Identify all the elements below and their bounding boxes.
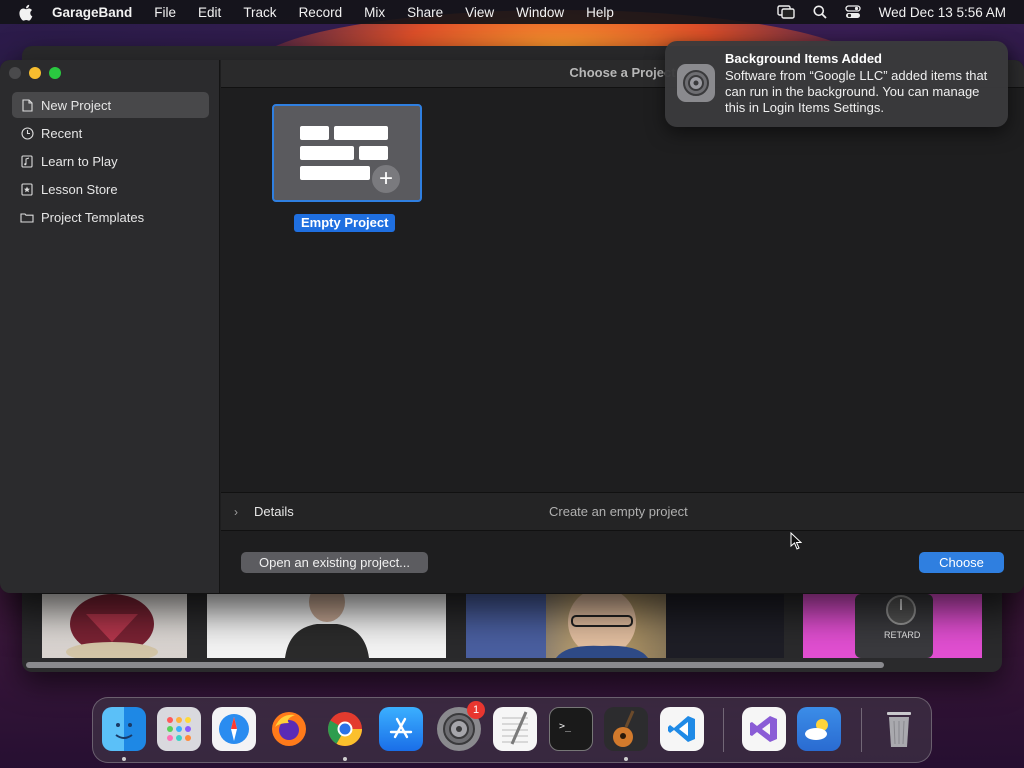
notification-title: Background Items Added [725,51,882,66]
chrome-icon[interactable] [323,707,367,751]
folder-icon [20,210,34,224]
garageband-icon[interactable] [604,707,648,751]
tile-graphic [359,146,388,160]
notification-badge: 1 [467,701,485,719]
notification-body: Software from “Google LLC” added items t… [725,68,988,115]
star-icon [20,182,34,196]
safari-icon[interactable] [212,707,256,751]
spotlight-search-icon[interactable] [813,5,827,19]
dock-separator [723,708,724,752]
chevron-right-icon[interactable]: › [234,505,238,519]
tile-graphic [300,146,354,160]
sidebar-item-new-project[interactable]: New Project [12,92,209,118]
details-description: Create an empty project [549,504,688,519]
details-toggle[interactable]: Details [254,504,294,519]
empty-project-label[interactable]: Empty Project [294,214,396,232]
background-thumbnails: RETARD [42,594,988,658]
sidebar-item-project-templates[interactable]: Project Templates [12,204,209,230]
plus-icon: + [370,163,402,195]
dock: 1 >_ [92,697,932,763]
weather-icon[interactable] [797,707,841,751]
document-icon [20,98,34,112]
menu-record[interactable]: Record [299,5,343,20]
sidebar-item-label: Project Templates [41,209,145,225]
svg-text:>_: >_ [559,721,572,732]
main-content: Choose a Project + Empty Project › Detai… [221,60,1024,593]
menubar-clock[interactable]: Wed Dec 13 5:56 AM [879,5,1006,20]
sidebar: New Project Recent Learn to Play Lesson … [0,60,220,593]
tile-graphic [300,166,370,180]
tile-graphic [300,126,329,140]
menu-help[interactable]: Help [586,5,614,20]
background-scrollbar[interactable] [26,662,884,668]
control-center-icon[interactable] [845,5,861,19]
choose-button[interactable]: Choose [919,552,1004,573]
sidebar-item-lesson-store[interactable]: Lesson Store [12,176,209,202]
thumbnail-4[interactable]: RETARD [803,594,982,658]
clock-icon [20,126,34,140]
sidebar-item-learn-to-play[interactable]: Learn to Play [12,148,209,174]
thumbnail-1[interactable] [42,594,187,658]
app-store-icon[interactable] [379,707,423,751]
tile-graphic [334,126,388,140]
sidebar-item-label: Lesson Store [41,181,118,197]
finder-icon[interactable] [102,707,146,751]
thumbnail-2[interactable] [207,594,446,658]
trash-icon[interactable] [877,707,921,751]
menu-view[interactable]: View [465,5,494,20]
zoom-button[interactable] [49,67,61,79]
sidebar-item-label: New Project [41,97,112,113]
visual-studio-icon[interactable] [742,707,786,751]
textedit-icon[interactable] [493,707,537,751]
firefox-icon[interactable] [267,707,311,751]
window-controls [9,67,61,79]
music-note-icon [20,154,34,168]
menu-edit[interactable]: Edit [198,5,221,20]
menu-mix[interactable]: Mix [364,5,385,20]
running-indicator [343,757,347,761]
open-existing-project-button[interactable]: Open an existing project... [241,552,428,573]
menu-app-name[interactable]: GarageBand [52,5,132,20]
menu-share[interactable]: Share [407,5,443,20]
close-button[interactable] [9,67,21,79]
menu-window[interactable]: Window [516,5,564,20]
menu-track[interactable]: Track [243,5,276,20]
mouse-cursor-icon [790,532,802,550]
apple-logo-icon[interactable] [18,4,34,21]
vscode-icon[interactable] [660,707,704,751]
menu-file[interactable]: File [154,5,176,20]
sidebar-item-recent[interactable]: Recent [12,120,209,146]
screen-mirroring-icon[interactable] [776,5,795,19]
terminal-icon[interactable]: >_ [549,707,593,751]
sidebar-list: New Project Recent Learn to Play Lesson … [12,92,209,232]
thumbnail-3[interactable] [466,594,784,658]
system-settings-gear-icon [677,64,715,102]
thumbnail-4-text: RETARD [884,630,921,640]
launchpad-icon[interactable] [157,707,201,751]
dock-separator [861,708,862,752]
sidebar-item-label: Recent [41,125,83,141]
details-bar: › Details Create an empty project [221,492,1024,531]
sidebar-item-label: Learn to Play [41,153,118,169]
menu-bar: GarageBand File Edit Track Record Mix Sh… [0,0,1024,24]
running-indicator [624,757,628,761]
system-settings-icon[interactable]: 1 [437,701,485,751]
empty-project-tile[interactable]: + [272,104,422,202]
choose-project-window: New Project Recent Learn to Play Lesson … [0,60,1024,593]
minimize-button[interactable] [29,67,41,79]
notification-banner[interactable]: Background Items Added Software from “Go… [665,41,1008,127]
running-indicator [122,757,126,761]
